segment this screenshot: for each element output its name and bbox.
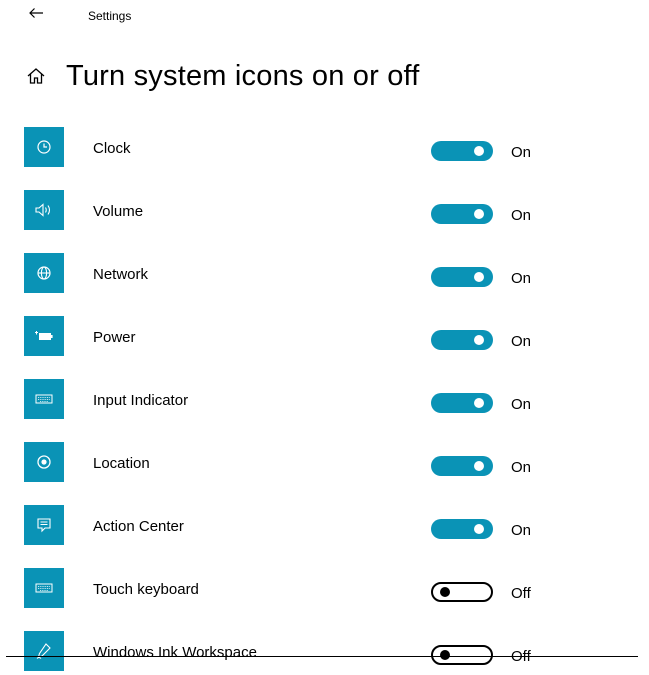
toggle-state-label: On: [511, 522, 532, 539]
item-label: Action Center: [93, 518, 184, 535]
item-label: Touch keyboard: [93, 581, 199, 598]
item-label: Windows Ink Workspace: [93, 644, 257, 661]
list-item-windows-ink-workspace: Windows Ink Workspace Off: [0, 631, 649, 675]
item-label: Input Indicator: [93, 392, 189, 409]
toggle-switch[interactable]: [431, 330, 493, 350]
location-icon: [36, 454, 52, 470]
title-bar: Settings: [0, 0, 649, 32]
network-globe-icon: [36, 265, 52, 281]
list-item-input-indicator: Input Indicator On: [0, 379, 649, 423]
toggle-state-label: On: [511, 207, 532, 224]
location-icon-tile: [24, 442, 64, 482]
list-item-power: Power On: [0, 316, 649, 360]
action-center-icon: [36, 517, 52, 533]
touch-keyboard-icon-tile: [24, 568, 64, 608]
action-center-icon-tile: [24, 505, 64, 545]
toggle-state-label: On: [511, 144, 532, 161]
toggle-knob: [474, 524, 484, 534]
toggle-knob: [474, 146, 484, 156]
power-icon-tile: [24, 316, 64, 356]
power-battery-icon: [34, 329, 54, 343]
toggle-switch[interactable]: [431, 267, 493, 287]
keyboard-icon: [35, 393, 53, 405]
list-item-action-center: Action Center On: [0, 505, 649, 549]
back-arrow-icon: [28, 6, 44, 24]
window-title: Settings: [88, 9, 132, 23]
list-item-touch-keyboard: Touch keyboard Off: [0, 568, 649, 612]
pen-icon: [35, 642, 53, 660]
toggle-knob: [474, 398, 484, 408]
item-label: Network: [93, 266, 149, 283]
list-item-network: Network On: [0, 253, 649, 297]
page-title: Turn system icons on or off: [66, 59, 420, 92]
toggle-knob: [474, 272, 484, 282]
clock-icon: [36, 139, 52, 155]
home-icon[interactable]: [24, 64, 48, 88]
toggle-knob: [474, 461, 484, 471]
item-label: Volume: [93, 203, 144, 220]
list-item-volume: Volume On: [0, 190, 649, 234]
toggle-switch[interactable]: [431, 141, 493, 161]
input-indicator-icon-tile: [24, 379, 64, 419]
bottom-divider: [6, 656, 638, 657]
back-button[interactable]: [22, 2, 50, 28]
item-label: Location: [93, 455, 150, 472]
volume-icon: [34, 202, 54, 218]
page-header: Turn system icons on or off: [24, 55, 420, 97]
clock-icon-tile: [24, 127, 64, 167]
toggle-state-label: On: [511, 459, 532, 476]
item-label: Power: [93, 329, 136, 346]
windows-ink-icon-tile: [24, 631, 64, 671]
volume-icon-tile: [24, 190, 64, 230]
toggle-knob: [440, 650, 450, 660]
toggle-state-label: On: [511, 333, 532, 350]
toggle-state-label: On: [511, 396, 532, 413]
toggle-switch[interactable]: [431, 393, 493, 413]
keyboard-icon: [35, 582, 53, 594]
network-icon-tile: [24, 253, 64, 293]
list-item-clock: Clock On: [0, 127, 649, 171]
toggle-knob: [440, 587, 450, 597]
item-label: Clock: [93, 140, 131, 157]
toggle-switch[interactable]: [431, 519, 493, 539]
toggle-knob: [474, 209, 484, 219]
toggle-switch[interactable]: [431, 456, 493, 476]
toggle-switch[interactable]: [431, 645, 493, 665]
toggle-state-label: On: [511, 270, 532, 287]
toggle-switch[interactable]: [431, 582, 493, 602]
toggle-switch[interactable]: [431, 204, 493, 224]
toggle-state-label: Off: [511, 585, 531, 602]
list-item-location: Location On: [0, 442, 649, 486]
toggle-knob: [474, 335, 484, 345]
